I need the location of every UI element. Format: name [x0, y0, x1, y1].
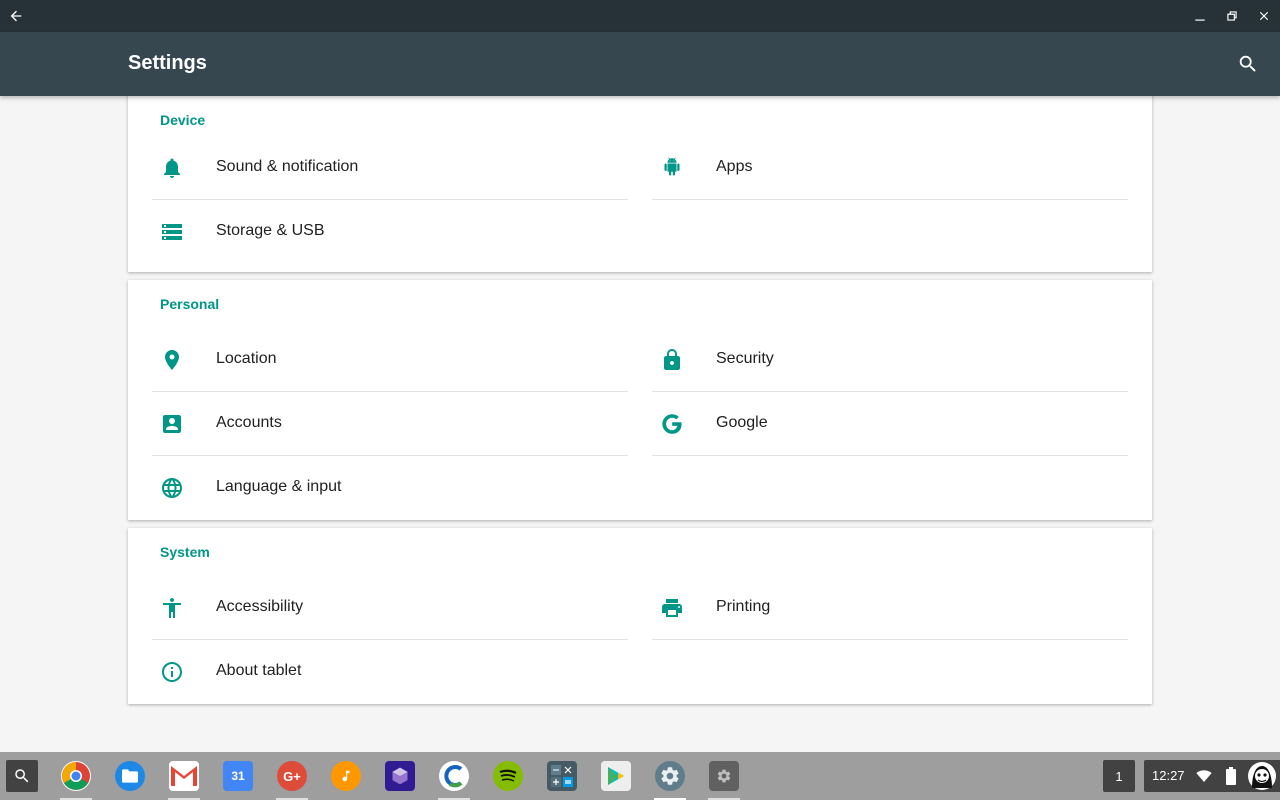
- search-icon[interactable]: [1232, 48, 1264, 80]
- s-app-icon[interactable]: [439, 761, 469, 791]
- page-title: Settings: [128, 52, 207, 74]
- settings-item-sound[interactable]: Sound & notification: [152, 136, 628, 200]
- settings-item-label: Security: [716, 350, 774, 367]
- arrow-back-icon[interactable]: [0, 0, 32, 32]
- settings-item-apps[interactable]: Apps: [652, 136, 1128, 200]
- close-icon[interactable]: [1248, 0, 1280, 32]
- launcher-search-button[interactable]: [6, 760, 38, 792]
- calculator-app-icon[interactable]: [547, 761, 577, 791]
- settings-content: Device Sound & notification Apps Storage…: [0, 96, 1280, 752]
- settings-item-location[interactable]: Location: [152, 328, 628, 392]
- chrome-app-icon[interactable]: [61, 761, 91, 791]
- storage-icon: [160, 220, 184, 244]
- printer-icon: [660, 596, 684, 620]
- section-personal: Personal Location Security Accounts Goog…: [128, 280, 1152, 520]
- shelf: 31 G+ 1 12:27: [0, 752, 1280, 800]
- settings-item-label: Accessibility: [216, 598, 304, 615]
- settings-gear-app-icon[interactable]: [709, 761, 739, 791]
- clock-time: 12:27: [1152, 768, 1185, 783]
- bell-icon: [160, 156, 184, 180]
- settings-item-label: Google: [716, 414, 768, 431]
- settings-item-label: Location: [216, 350, 277, 367]
- account-box-icon: [160, 412, 184, 436]
- search-icon: [15, 769, 29, 783]
- section-title-system: System: [160, 544, 210, 560]
- wifi-icon: [1196, 770, 1212, 782]
- settings-item-storage[interactable]: Storage & USB: [152, 200, 628, 264]
- minimize-icon[interactable]: [1184, 0, 1216, 32]
- app-bar: Settings: [0, 32, 1280, 96]
- accessibility-icon: [160, 596, 184, 620]
- google-g-icon: [660, 412, 684, 436]
- settings-item-label: Storage & USB: [216, 222, 325, 239]
- globe-icon: [160, 476, 184, 500]
- settings-item-label: About tablet: [216, 662, 302, 679]
- settings-item-about[interactable]: About tablet: [152, 640, 628, 704]
- spotify-app-icon[interactable]: [493, 761, 523, 791]
- settings-item-security[interactable]: Security: [652, 328, 1128, 392]
- section-title-device: Device: [160, 112, 206, 128]
- restore-icon[interactable]: [1216, 0, 1248, 32]
- settings-item-label: Sound & notification: [216, 158, 359, 175]
- section-system: System Accessibility Printing About tabl…: [128, 528, 1152, 704]
- settings-item-google[interactable]: Google: [652, 392, 1128, 456]
- settings-item-label: Printing: [716, 598, 771, 615]
- gmail-app-icon[interactable]: [169, 761, 199, 791]
- settings-item-printing[interactable]: Printing: [652, 576, 1128, 640]
- files-app-icon[interactable]: [115, 761, 145, 791]
- settings-item-label: Apps: [716, 158, 753, 175]
- location-pin-icon: [160, 348, 184, 372]
- section-title-personal: Personal: [160, 296, 220, 312]
- lock-icon: [660, 348, 684, 372]
- settings-item-language[interactable]: Language & input: [152, 456, 628, 520]
- settings-app-icon[interactable]: [655, 761, 685, 791]
- calendar-app-icon[interactable]: 31: [223, 761, 253, 791]
- workspace-count[interactable]: 1: [1103, 760, 1135, 792]
- play-store-app-icon[interactable]: [601, 761, 631, 791]
- section-device: Device Sound & notification Apps Storage…: [128, 96, 1152, 272]
- info-icon: [160, 660, 184, 684]
- settings-item-accounts[interactable]: Accounts: [152, 392, 628, 456]
- battery-icon: [1226, 767, 1236, 785]
- calendar-day-text: 31: [231, 769, 245, 783]
- settings-item-accessibility[interactable]: Accessibility: [152, 576, 628, 640]
- android-icon: [660, 156, 684, 180]
- cube-app-icon[interactable]: [385, 761, 415, 791]
- avatar[interactable]: [1248, 762, 1276, 790]
- settings-item-label: Language & input: [216, 478, 342, 495]
- settings-item-label: Accounts: [216, 414, 282, 431]
- window-titlebar: [0, 0, 1280, 32]
- status-tray[interactable]: 12:27: [1144, 760, 1280, 792]
- play-music-app-icon[interactable]: [331, 761, 361, 791]
- google-plus-app-icon[interactable]: G+: [277, 761, 307, 791]
